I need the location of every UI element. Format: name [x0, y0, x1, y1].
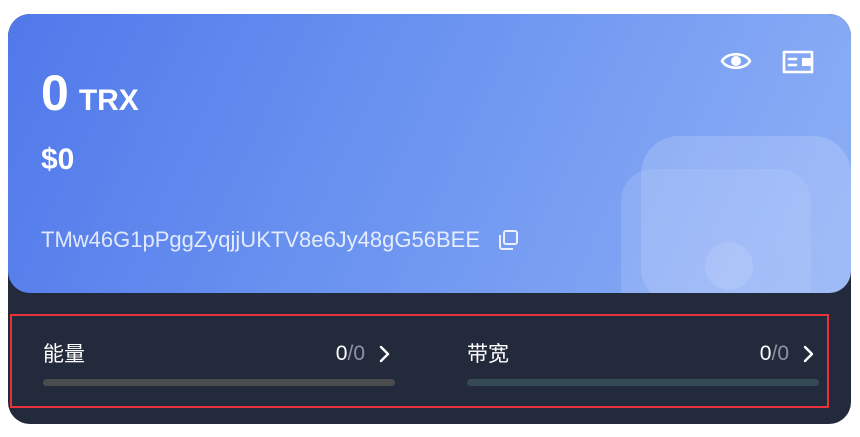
wallet-address: TMw46G1pPggZyqjjUKTV8e6Jy48gG56BEE [41, 227, 480, 252]
bandwidth-value: 0/0 [760, 340, 789, 368]
energy-total: 0 [353, 342, 365, 365]
trx-balance-unit: TRX [78, 84, 139, 117]
energy-resource[interactable]: 能量 0/0 [43, 316, 395, 406]
bandwidth-resource[interactable]: 带宽 0/0 [467, 316, 819, 406]
trx-balance-value: 0 [41, 65, 69, 121]
eye-icon[interactable] [718, 46, 754, 76]
bandwidth-progress-track [467, 379, 819, 386]
resource-section: 能量 0/0 带宽 0/0 [10, 314, 829, 408]
bandwidth-total: 0 [777, 342, 789, 365]
wallet-icon[interactable] [780, 46, 816, 76]
wallet-card: 0 TRX $0 TMw46G1pPggZyqjjUKTV8e6Jy48gG56… [8, 14, 851, 424]
copy-icon[interactable] [496, 228, 520, 252]
chevron-right-icon[interactable] [801, 345, 815, 363]
wallet-illustration-icon [621, 136, 851, 293]
energy-used: 0 [335, 342, 348, 365]
bandwidth-label: 带宽 [467, 342, 509, 366]
energy-progress-track [43, 379, 395, 386]
balance-panel: 0 TRX $0 TMw46G1pPggZyqjjUKTV8e6Jy48gG56… [8, 14, 851, 293]
trx-balance: 0 TRX [41, 68, 139, 118]
fiat-balance: $0 [41, 143, 75, 176]
wallet-address-row: TMw46G1pPggZyqjjUKTV8e6Jy48gG56BEE [41, 227, 520, 253]
bandwidth-used: 0 [759, 342, 772, 365]
energy-value: 0/0 [336, 340, 365, 368]
energy-label: 能量 [43, 342, 85, 366]
chevron-right-icon[interactable] [377, 345, 391, 363]
